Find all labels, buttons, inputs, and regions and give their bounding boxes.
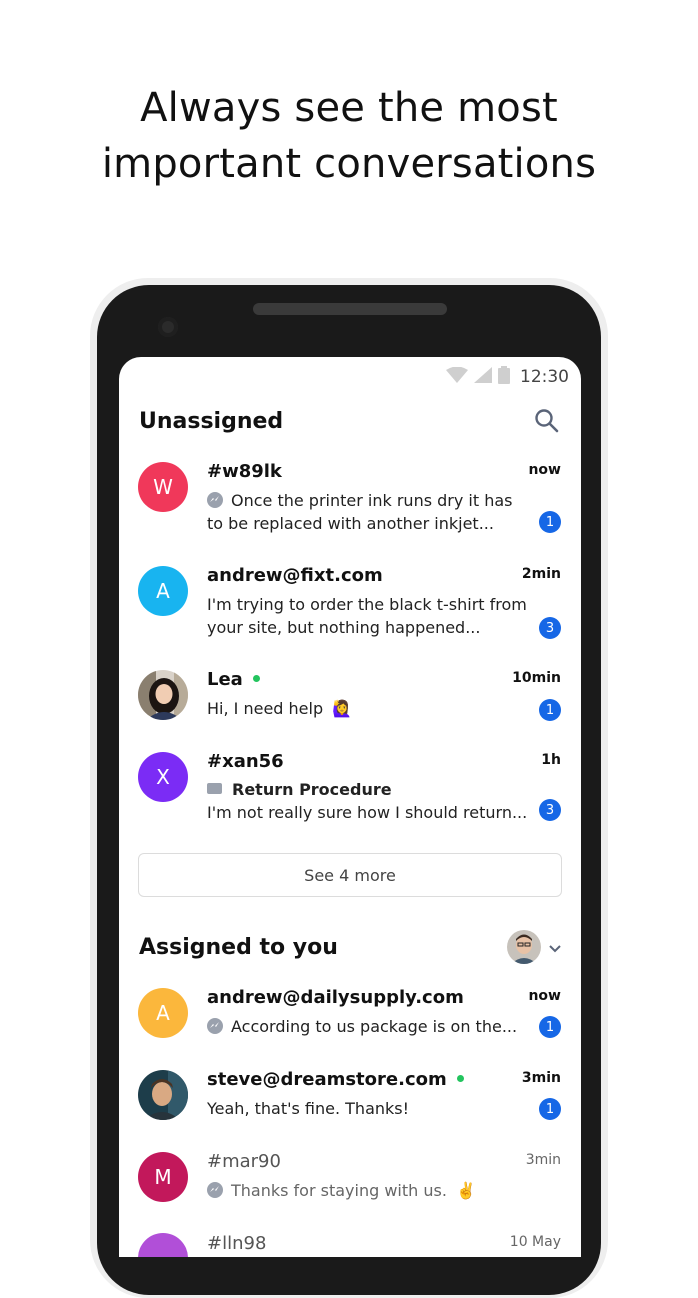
chevron-down-icon[interactable] — [549, 938, 561, 957]
conversation-time: 1h — [541, 752, 561, 768]
preview-line-1: Once the printer ink runs dry it has — [231, 491, 513, 510]
app-screen: 12:30 Unassigned W #w89lk now Once the p… — [119, 357, 581, 1257]
conversation-row[interactable]: X #xan56 1h Return Procedure I'm not rea… — [119, 747, 581, 837]
conversation-name: #mar90 — [207, 1151, 281, 1172]
section-title-unassigned: Unassigned — [139, 408, 284, 434]
mail-icon — [207, 783, 222, 794]
preview-line-2: I'm not really sure how I should return.… — [207, 803, 528, 822]
unread-badge: 1 — [539, 1098, 561, 1120]
avatar — [138, 670, 188, 720]
conversation-time: 2min — [521, 566, 561, 582]
conversation-row[interactable]: steve@dreamstore.com 3min Yeah, that's f… — [119, 1065, 581, 1155]
messenger-icon — [207, 491, 223, 508]
preview-line-1: According to us package is on the... — [231, 1017, 518, 1036]
conversation-row[interactable]: A andrew@fixt.com 2min I'm trying to ord… — [119, 561, 581, 651]
preview-line-2: to be replaced with another inkjet... — [207, 514, 494, 533]
preview-line-1: Yeah, that's fine. Thanks! — [207, 1099, 410, 1118]
see-more-button[interactable]: See 4 more — [138, 853, 562, 897]
conversation-row[interactable]: Lea 10min Hi, I need help 🙋‍♀️ 1 — [119, 665, 581, 755]
preview-line-2: your site, but nothing happened... — [207, 618, 481, 637]
emoji-person-raising-hand-icon: 🙋‍♀️ — [332, 699, 353, 718]
conversation-row[interactable]: A andrew@dailysupply.com now According t… — [119, 983, 581, 1073]
headline-line-1: Always see the most — [140, 85, 558, 131]
conversation-name: andrew@fixt.com — [207, 565, 383, 586]
conversation-subject: Return Procedure — [207, 780, 392, 799]
contact-name: steve@dreamstore.com — [207, 1069, 447, 1090]
section-title-assigned: Assigned to you — [139, 934, 338, 960]
preview-line-1: Hi, I need help — [207, 699, 324, 718]
camera-icon — [158, 317, 178, 337]
unread-badge: 3 — [539, 799, 561, 821]
unread-badge: 1 — [539, 511, 561, 533]
headline-line-2: important conversations — [101, 141, 597, 187]
unassigned-header: Unassigned — [139, 401, 561, 441]
conversation-preview: Hi, I need help 🙋‍♀️ — [207, 699, 352, 718]
unread-badge: 1 — [539, 699, 561, 721]
conversation-preview: Thanks for staying with us. ✌️ — [207, 1181, 476, 1200]
avatar-letter: M — [154, 1165, 172, 1189]
conversation-name: andrew@dailysupply.com — [207, 987, 464, 1008]
conversation-preview: According to us package is on the... — [207, 1017, 517, 1036]
unread-badge: 3 — [539, 617, 561, 639]
conversation-name: #xan56 — [207, 751, 284, 772]
avatar-letter: W — [153, 475, 173, 499]
messenger-icon — [207, 1181, 223, 1198]
battery-icon — [498, 366, 510, 388]
conversation-time: 10min — [512, 670, 561, 686]
avatar: A — [138, 988, 188, 1038]
conversation-time: 10 May — [509, 1234, 561, 1250]
conversation-time: 3min — [525, 1152, 561, 1168]
conversation-name: #w89lk — [207, 461, 282, 482]
conversation-name: Lea — [207, 669, 260, 690]
contact-name: Lea — [207, 669, 243, 690]
avatar-letter: A — [156, 579, 170, 603]
victory-hand-icon: ✌️ — [456, 1181, 476, 1200]
conversation-time: 3min — [521, 1070, 561, 1086]
online-status-dot — [252, 674, 260, 682]
avatar — [138, 1070, 188, 1120]
avatar-letter: X — [156, 765, 170, 789]
avatar-letter: A — [156, 1001, 170, 1025]
search-icon[interactable] — [533, 407, 561, 435]
conversation-row[interactable]: W #w89lk now Once the printer ink runs d… — [119, 457, 581, 547]
online-status-dot — [456, 1074, 464, 1082]
conversation-row[interactable]: M #mar90 3min Thanks for staying with us… — [119, 1147, 581, 1237]
status-time: 12:30 — [520, 367, 569, 387]
conversation-preview: Once the printer ink runs dry it has — [207, 491, 513, 510]
conversation-time: now — [528, 988, 561, 1004]
conversation-name: #lln98 — [207, 1233, 267, 1254]
assignee-filter[interactable] — [507, 930, 561, 964]
headline: Always see the most important conversati… — [0, 80, 698, 192]
unread-badge: 1 — [539, 1016, 561, 1038]
preview-line-1: I'm trying to order the black t-shirt fr… — [207, 595, 527, 614]
conversation-name: steve@dreamstore.com — [207, 1069, 464, 1090]
conversation-row[interactable]: #lln98 10 May — [119, 1229, 581, 1257]
messenger-icon — [207, 1017, 223, 1034]
phone-speaker — [253, 303, 447, 315]
subject-text: Return Procedure — [232, 780, 392, 799]
wifi-icon — [446, 366, 468, 387]
avatar: M — [138, 1152, 188, 1202]
avatar: X — [138, 752, 188, 802]
status-bar: 12:30 — [446, 365, 569, 389]
conversation-time: now — [528, 462, 561, 478]
avatar — [507, 930, 541, 964]
cell-signal-icon — [474, 367, 492, 387]
preview-line-1: Thanks for staying with us. — [231, 1181, 447, 1200]
avatar: A — [138, 566, 188, 616]
assigned-header: Assigned to you — [139, 927, 561, 967]
avatar — [138, 1233, 188, 1257]
avatar: W — [138, 462, 188, 512]
